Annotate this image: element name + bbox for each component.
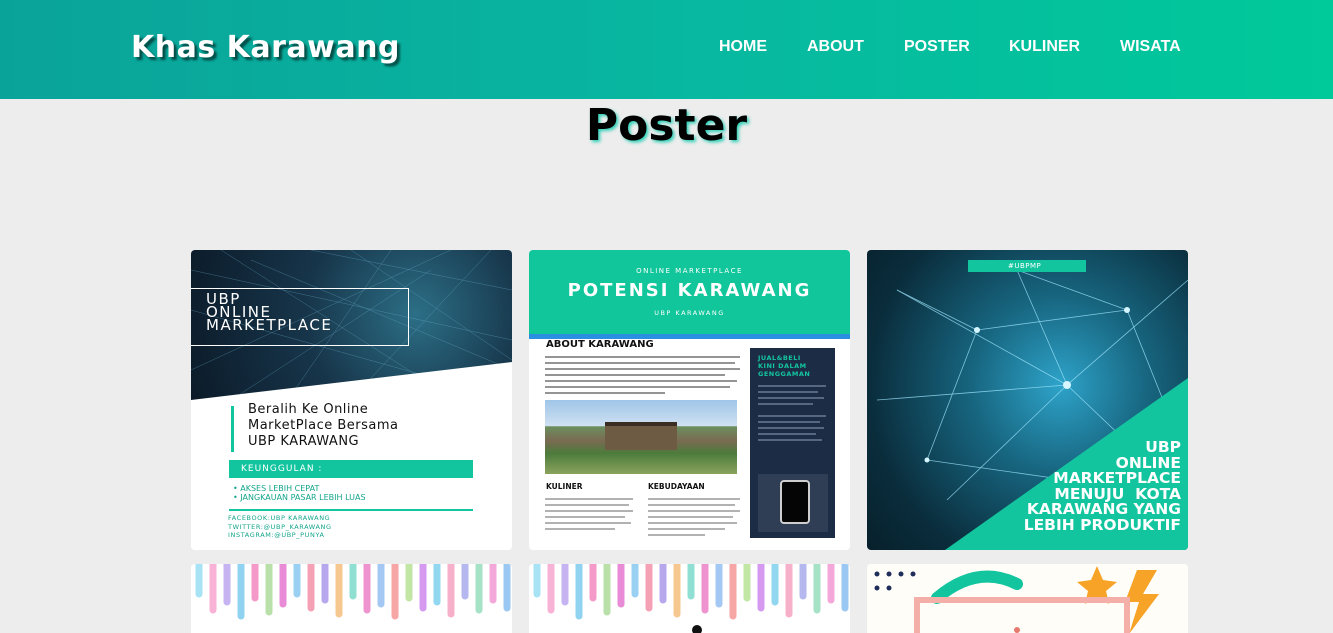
side-text-lines (758, 385, 826, 441)
nav-about[interactable]: ABOUT (807, 38, 864, 56)
phone-image (758, 474, 828, 532)
poster-header-band: ONLINE MARKETPLACE POTENSI KARAWANG UBP … (529, 250, 850, 334)
poster-card-2[interactable]: ONLINE MARKETPLACE POTENSI KARAWANG UBP … (529, 250, 850, 550)
color-drip-graphic (195, 564, 511, 620)
building-photo (545, 400, 737, 474)
accent-bar (231, 406, 234, 452)
body-text-lines (545, 356, 740, 394)
poster-subtitle: UBP KARAWANG (654, 309, 725, 317)
poster-kicker: ONLINE MARKETPLACE (636, 267, 743, 275)
poster-card-6[interactable] (867, 564, 1188, 633)
building-shape (605, 422, 677, 450)
poster-card-1[interactable]: UBP ONLINE MARKETPLACE Beralih Ke Online… (191, 250, 512, 550)
about-heading: ABOUT KARAWANG (546, 339, 654, 350)
color-drip-graphic (533, 564, 849, 633)
poster-card-5[interactable] (529, 564, 850, 633)
column-heading-kuliner: KULINER (546, 482, 583, 491)
phone-icon (780, 480, 810, 524)
poster-slogan: UBP ONLINE MARKETPLACE MENUJU KOTA KARAW… (1023, 438, 1181, 534)
column-heading-kebudayaan: KEBUDAYAAN (648, 482, 705, 491)
nav-wisata[interactable]: WISATA (1120, 38, 1181, 56)
poster-card-3[interactable]: #UBPMP UBP ONLINE MARKETPLACE MENUJU KOT… (867, 250, 1188, 550)
poster-title-text: UBP ONLINE MARKETPLACE (206, 290, 333, 334)
side-panel-title: JUAL&BELI KINI DALAM GENGGAMAN (758, 354, 811, 378)
top-navbar: Khas Karawang HOME ABOUT POSTER KULINER … (0, 0, 1333, 99)
column-text-lines (545, 498, 740, 536)
side-panel: JUAL&BELI KINI DALAM GENGGAMAN (750, 348, 835, 538)
poster-title: POTENSI KARAWANG (567, 280, 812, 301)
poster-heading: Beralih Ke Online MarketPlace Bersama UB… (248, 402, 399, 449)
advantage-label: KEUNGGULAN : (229, 460, 473, 478)
decorative-shapes-graphic (867, 564, 1188, 633)
divider (229, 509, 473, 511)
nav-home[interactable]: HOME (719, 38, 767, 56)
poster-title-box: UBP ONLINE MARKETPLACE (191, 288, 409, 346)
main-nav: HOME ABOUT POSTER KULINER WISATA (0, 38, 1333, 62)
nav-poster[interactable]: POSTER (904, 38, 970, 56)
page-title: Poster (585, 100, 748, 151)
social-links: FACEBOOK:UBP KARAWANG TWITTER:@UBP_KARAW… (228, 514, 332, 539)
nav-kuliner[interactable]: KULINER (1009, 38, 1080, 56)
poster-card-4[interactable] (191, 564, 512, 633)
advantage-list: • AKSES LEBIH CEPAT • JANGKAUAN PASAR LE… (233, 484, 366, 502)
